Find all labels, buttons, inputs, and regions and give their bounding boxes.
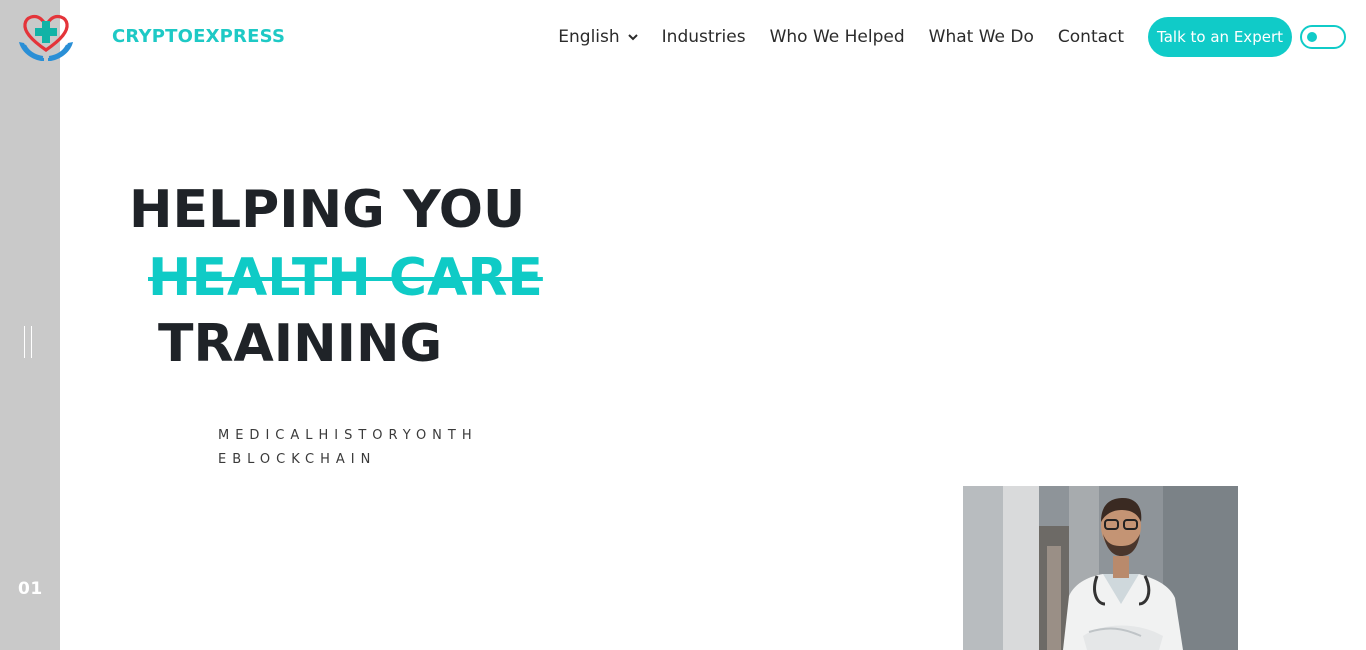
heart-cross-hands-icon[interactable] <box>16 12 76 64</box>
hero-tagline: MEDICALHISTORYONTHEBLOCKCHAIN <box>218 428 478 467</box>
theme-toggle[interactable] <box>1300 25 1346 49</box>
toggle-knob <box>1307 32 1317 42</box>
slider-handle-icon[interactable] <box>24 326 34 358</box>
nav-what-we-do[interactable]: What We Do <box>929 27 1034 47</box>
hero-heading-line-3: TRAINING <box>158 314 443 374</box>
brand-name[interactable]: CRYPTOEXPRESS <box>112 26 285 47</box>
main-nav: English Industries Who We Helped What We… <box>558 17 1346 57</box>
talk-to-expert-button[interactable]: Talk to an Expert <box>1148 17 1292 57</box>
hero-heading-line-1: HELPING YOU <box>129 180 526 240</box>
language-selector[interactable]: English <box>558 27 638 47</box>
side-rail: 01 <box>0 0 60 650</box>
doctor-photo <box>963 486 1238 650</box>
language-label: English <box>558 27 620 47</box>
chevron-down-icon <box>627 33 638 40</box>
nav-who-we-helped[interactable]: Who We Helped <box>770 27 905 47</box>
slide-number: 01 <box>18 579 43 599</box>
nav-industries[interactable]: Industries <box>662 27 746 47</box>
hero-heading-line-2: HEALTH CARE <box>148 248 543 308</box>
nav-contact[interactable]: Contact <box>1058 27 1124 47</box>
